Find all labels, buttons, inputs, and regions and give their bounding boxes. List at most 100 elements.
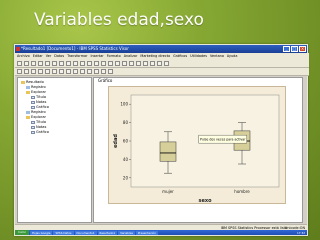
tree-item[interactable]: Título	[31, 95, 46, 99]
page-icon	[31, 95, 35, 99]
toolbar-button-icon[interactable]	[66, 69, 71, 74]
tree-item[interactable]: Registro	[26, 110, 46, 114]
window-controls: _ □ ×	[283, 46, 306, 52]
folder-icon	[21, 80, 25, 84]
maximize-button[interactable]: □	[291, 46, 298, 52]
toolbar-button-icon[interactable]	[108, 60, 113, 66]
tree-item-label: Explorar	[31, 115, 47, 119]
tree-item-label: Registro	[31, 110, 46, 114]
window-title: *Resultado1 [Documento1] - IBM SPSS Stat…	[21, 46, 129, 51]
tree-item[interactable]: Explorar	[26, 90, 46, 94]
tree-item-label: Gráfico	[36, 105, 49, 109]
tree-item-label: Explorar	[31, 90, 47, 94]
tree-item-label: Título	[36, 95, 47, 99]
output-section-header: Gráfico	[98, 78, 113, 83]
toolbar-button-icon[interactable]	[38, 60, 43, 66]
window-titlebar: *Resultado1 [Documento1] - IBM SPSS Stat…	[15, 45, 307, 53]
log-icon	[26, 110, 30, 114]
tree-item-label: Notas	[36, 100, 47, 104]
tree-item-label: Título	[36, 120, 47, 124]
taskbar-item[interactable]: Presentación	[135, 230, 158, 235]
toolbar-button-icon[interactable]	[136, 60, 141, 66]
taskbar-clock: 17:32	[296, 230, 305, 235]
toolbar-button-icon[interactable]	[45, 60, 50, 66]
toolbar-button-icon[interactable]	[52, 69, 57, 74]
spss-screenshot: *Resultado1 [Documento1] - IBM SPSS Stat…	[14, 44, 309, 236]
y-tick-label: 100	[120, 102, 128, 107]
toolbar-button-icon[interactable]	[101, 69, 106, 74]
toolbar	[15, 59, 309, 68]
y-tick-label: 80	[123, 120, 129, 125]
toolbar-button-icon[interactable]	[52, 60, 57, 66]
toolbar-button-icon[interactable]	[45, 69, 50, 74]
toolbar-button-icon[interactable]	[38, 69, 43, 74]
taskbar-item[interactable]: Variables	[118, 230, 135, 235]
page-icon	[31, 120, 35, 124]
toolbar-button-icon[interactable]	[115, 60, 120, 66]
taskbar-item[interactable]: SPSS Datos	[53, 230, 74, 235]
y-tick-label: 60	[123, 139, 129, 144]
toolbar-button-icon[interactable]	[24, 69, 29, 74]
boxplot-svg: 20 40 60 80 100 edad sexo mujer hombre Pulse dos …	[113, 94, 280, 204]
toolbar-button-icon[interactable]	[31, 60, 36, 66]
toolbar-button-icon[interactable]	[66, 60, 71, 66]
toolbar-secondary	[15, 68, 309, 76]
folder-icon	[26, 90, 30, 94]
toolbar-button-icon[interactable]	[157, 60, 162, 66]
y-axis-label: edad	[113, 134, 119, 148]
tree-item[interactable]: Título	[31, 120, 46, 124]
toolbar-button-icon[interactable]	[80, 60, 85, 66]
tree-item-label: Gráfico	[36, 130, 49, 134]
tree-item[interactable]: Explorar	[26, 115, 46, 119]
slide-title: Variables edad,sexo	[34, 10, 204, 30]
toolbar-button-icon[interactable]	[94, 60, 99, 66]
toolbar-button-icon[interactable]	[108, 69, 113, 74]
taskbar-item[interactable]: Resultado1	[97, 230, 118, 235]
toolbar-button-icon[interactable]	[73, 69, 78, 74]
tree-item[interactable]: Gráfico	[31, 105, 49, 109]
toolbar-button-icon[interactable]	[143, 60, 148, 66]
app-icon	[16, 47, 20, 51]
toolbar-button-icon[interactable]	[31, 69, 36, 74]
toolbar-button-icon[interactable]	[80, 69, 85, 74]
toolbar-button-icon[interactable]	[17, 60, 22, 66]
toolbar-button-icon[interactable]	[101, 60, 106, 66]
close-button[interactable]: ×	[299, 46, 306, 52]
page-icon	[31, 130, 35, 134]
box-mujer	[159, 141, 177, 162]
toolbar-button-icon[interactable]	[150, 60, 155, 66]
tree-item[interactable]: Notas	[31, 125, 46, 129]
output-viewer: Gráfico 20 40 60 80 100 edad sexo mujer hombre Pu…	[93, 77, 303, 223]
toolbar-button-icon[interactable]	[17, 69, 22, 74]
tree-item-label: Resultado	[26, 80, 44, 84]
toolbar-button-icon[interactable]	[87, 69, 92, 74]
x-axis-label: sexo	[198, 198, 212, 204]
log-icon	[26, 85, 30, 89]
tree-item[interactable]: Gráfico	[31, 130, 49, 134]
tree-item[interactable]: Resultado	[21, 80, 44, 84]
toolbar-button-icon[interactable]	[59, 69, 64, 74]
minimize-button[interactable]: _	[283, 46, 290, 52]
windows-taskbar: Inicio Hojas Google SPSS Datos Documento1 R…	[15, 230, 307, 235]
taskbar-item[interactable]: Documento1	[74, 230, 97, 235]
toolbar-button-icon[interactable]	[24, 60, 29, 66]
toolbar-button-icon[interactable]	[94, 69, 99, 74]
boxplot-chart[interactable]: 20 40 60 80 100 edad sexo mujer hombre Pulse dos …	[108, 86, 286, 204]
x-tick-label: hombre	[234, 189, 250, 194]
tree-item-label: Notas	[36, 125, 47, 129]
chart-tooltip-text: Pulse dos veces para activar	[200, 137, 246, 141]
tree-item-label: Registro	[31, 85, 46, 89]
x-tick-label: mujer	[162, 189, 174, 194]
toolbar-button-icon[interactable]	[59, 60, 64, 66]
start-button[interactable]: Inicio	[15, 230, 29, 235]
page-icon	[31, 100, 35, 104]
taskbar-item[interactable]: Hojas Google	[29, 230, 53, 235]
tree-item[interactable]: Notas	[31, 100, 46, 104]
folder-icon	[26, 115, 30, 119]
toolbar-button-icon[interactable]	[73, 60, 78, 66]
toolbar-button-icon[interactable]	[122, 60, 127, 66]
toolbar-button-icon[interactable]	[87, 60, 92, 66]
toolbar-button-icon[interactable]	[129, 60, 134, 66]
tree-item[interactable]: Registro	[26, 85, 46, 89]
toolbar-button-icon[interactable]	[164, 60, 169, 66]
